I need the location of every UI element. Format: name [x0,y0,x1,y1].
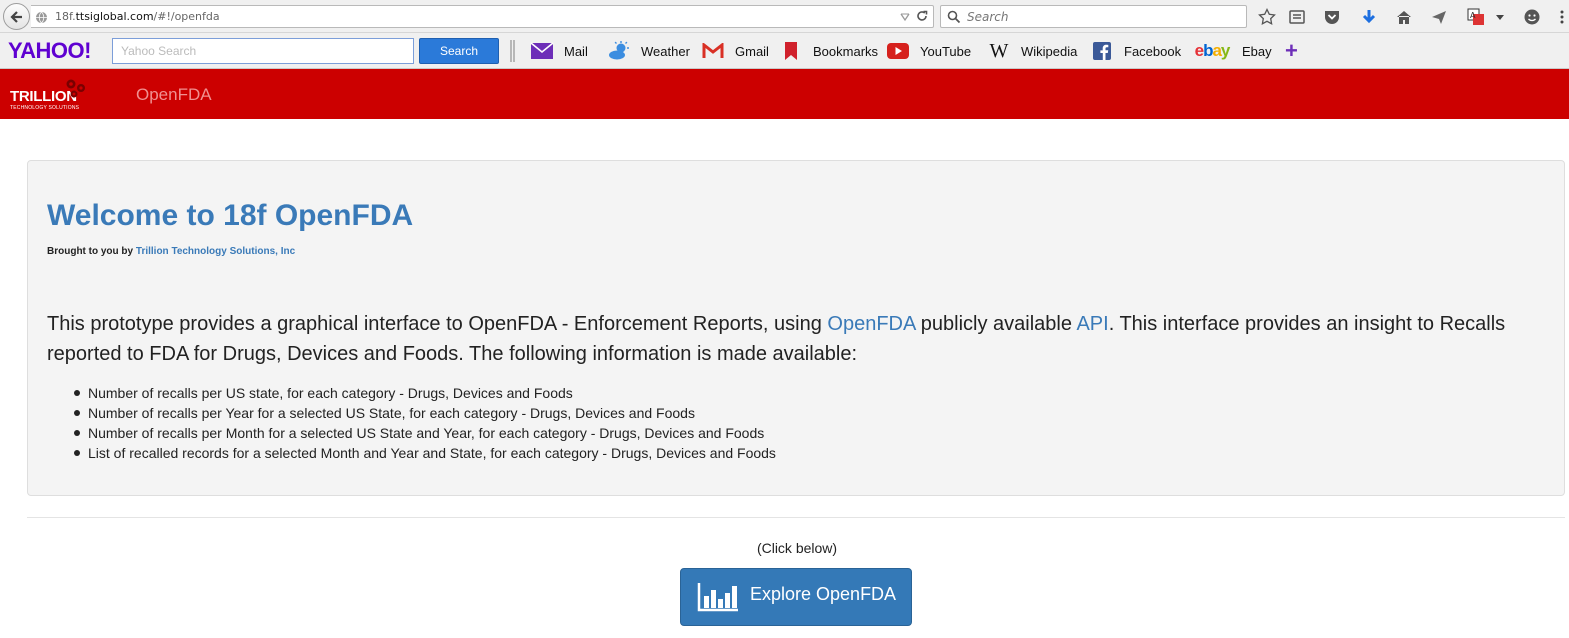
bookmark-ebay[interactable]: ebay Ebay [1192,39,1272,63]
list-item: List of recalled records for a selected … [74,445,776,461]
divider [27,517,1565,518]
byline-text: Brought to you by [47,246,134,257]
back-button[interactable] [3,3,30,30]
app-name-link[interactable]: OpenFDA [136,85,212,105]
bookmark-label: Bookmarks [813,43,879,59]
bookmark-youtube[interactable]: YouTube [886,39,971,63]
bookmark-gmail[interactable]: Gmail [701,39,769,63]
intro-text-1: This prototype provides a graphical inte… [47,313,828,335]
add-bookmark-button[interactable]: + [1285,38,1298,63]
brand-tagline: TECHNOLOGY SOLUTIONS [10,105,80,111]
bookmark-label: Ebay [1242,43,1272,59]
explore-button-label: Explore OpenFDA [750,584,897,604]
bookmark-star-icon[interactable] [1257,7,1277,27]
brand-logo[interactable]: TRILLION TECHNOLOGY SOLUTIONS [10,77,95,113]
bookmark-facebook[interactable]: Facebook [1090,39,1181,63]
gmail-icon [701,40,725,62]
bar-chart-icon [697,583,738,612]
bookmark-wikipedia[interactable]: W Wikipedia [987,39,1078,63]
api-link[interactable]: API [1076,313,1108,335]
bookmark-label: Gmail [735,43,769,59]
wikipedia-icon: W [989,39,1009,62]
menu-icon[interactable] [1556,7,1568,27]
list-item: Number of recalls per Year for a selecte… [74,403,776,423]
welcome-panel: Welcome to 18f OpenFDA Brought to you by… [27,160,1565,496]
back-arrow-icon [9,10,22,23]
browser-navbar: 18f.ttsiglobal.com/#!/openfda Search A [0,0,1569,33]
bookmark-label: Facebook [1124,43,1182,59]
bookmark-label: Mail [564,43,588,59]
app-header: TRILLION TECHNOLOGY SOLUTIONS OpenFDA [0,69,1569,119]
intro-text-2: publicly available [915,313,1077,335]
toolbar-separator [510,40,515,62]
explore-openfda-button[interactable]: Explore OpenFDA [680,568,912,626]
gear-icon [66,79,85,98]
browser-search-field[interactable]: Search [940,5,1247,28]
bookmark-label: YouTube [920,43,972,59]
home-icon[interactable] [1394,7,1414,27]
yahoo-toolbar: YAHOO! Yahoo Search Search Mail Weather … [0,33,1569,69]
url-text: 18f.ttsiglobal.com/#!/openfda [55,10,220,23]
bookmark-weather[interactable]: Weather [607,39,690,63]
company-link[interactable]: Trillion Technology Solutions, Inc [136,246,295,257]
send-icon[interactable] [1429,7,1449,27]
yahoo-search-input[interactable]: Yahoo Search [112,38,414,64]
browser-search-placeholder: Search [967,10,1009,24]
bookmark-icon [779,40,803,62]
bookmark-mail[interactable]: Mail [530,39,588,63]
intro-paragraph: This prototype provides a graphical inte… [47,309,1547,369]
globe-icon [36,11,47,24]
byline: Brought to you by Trillion Technology So… [47,246,295,257]
svg-text:A: A [1470,11,1476,20]
click-hint: (Click below) [756,540,838,556]
bookmark-bookmarks[interactable]: Bookmarks [779,39,878,63]
feature-list: Number of recalls per US state, for each… [74,383,776,463]
yahoo-search-button[interactable]: Search [419,38,499,64]
ebay-icon: ebay [1194,41,1231,60]
openfda-link[interactable]: OpenFDA [827,313,915,335]
translate-dropdown-icon[interactable] [1493,7,1507,27]
dropdown-history-icon[interactable] [899,10,911,24]
page-title: Welcome to 18f OpenFDA [47,199,414,232]
weather-icon [607,40,631,62]
bookmark-label: Wikipedia [1021,43,1078,59]
list-item: Number of recalls per US state, for each… [74,383,776,403]
address-bar[interactable]: 18f.ttsiglobal.com/#!/openfda [31,5,934,28]
yahoo-logo[interactable]: YAHOO! [8,38,91,64]
list-item: Number of recalls per Month for a select… [74,423,776,443]
translate-icon[interactable]: A [1466,7,1486,27]
feedback-icon[interactable] [1522,7,1542,27]
facebook-icon [1090,40,1114,62]
pocket-icon[interactable] [1322,7,1342,27]
downloads-icon[interactable] [1359,7,1379,27]
mail-icon [530,40,554,62]
reading-list-icon[interactable] [1287,7,1307,27]
reload-icon[interactable] [915,9,929,23]
search-icon [947,10,961,24]
youtube-icon [886,40,910,62]
bookmark-label: Weather [641,43,690,59]
